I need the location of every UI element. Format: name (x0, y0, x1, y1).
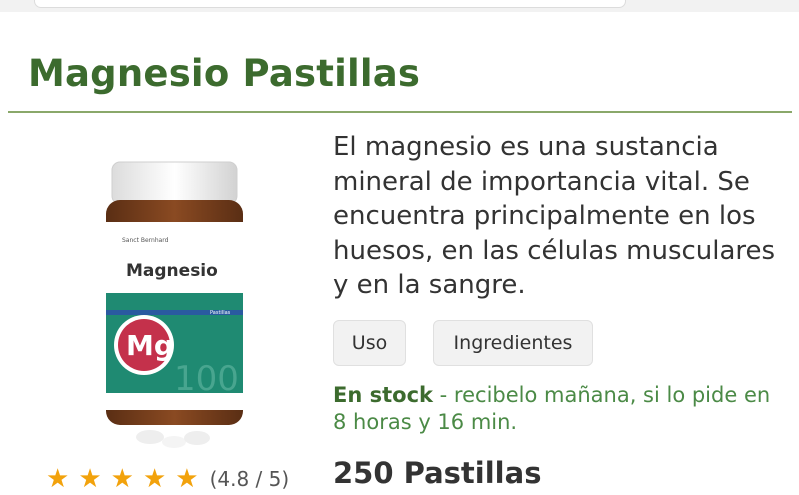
star-icon: ★ (78, 464, 102, 494)
stock-status: En stock (333, 383, 433, 407)
stock-info: En stock - recibelo mañana, si lo pide e… (333, 382, 783, 436)
star-icon: ★ (175, 464, 199, 494)
star-icon: ★ (142, 464, 167, 494)
product-image[interactable]: Sanct Bernhard Magnesio Pastillas Mg 100… (92, 150, 262, 450)
uso-button[interactable]: Uso (333, 320, 406, 366)
image-count-text: 100 (174, 359, 239, 399)
rating-score: (4.8 / 5) (209, 467, 290, 491)
product-quantity: 250 Pastillas (333, 456, 542, 490)
page-title: Magnesio Pastillas (28, 52, 421, 95)
title-divider (8, 111, 792, 113)
star-icon: ★ (46, 464, 70, 494)
ingredientes-button[interactable]: Ingredientes (433, 320, 593, 366)
top-bar (0, 0, 799, 12)
product-description: El magnesio es una sustancia mineral de … (333, 132, 776, 300)
image-name-text: Magnesio (126, 261, 218, 281)
rating[interactable]: ★ ★ ★ ★ ★ (4.8 / 5) (46, 465, 289, 493)
image-brand-text: Sanct Bernhard (122, 237, 169, 244)
image-footer-text: Magnesium-Tabletten (120, 402, 173, 408)
image-badge-text: Mg (126, 329, 174, 362)
search-input[interactable] (34, 0, 626, 8)
star-icon: ★ (110, 464, 134, 494)
image-tag-text: Pastillas (210, 310, 231, 316)
